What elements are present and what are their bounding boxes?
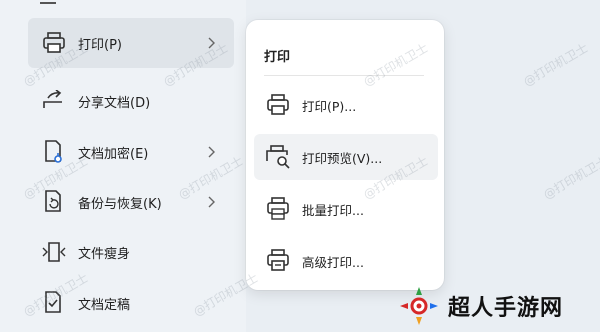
printer-icon	[264, 92, 292, 118]
chevron-right-icon	[208, 37, 215, 49]
document-lock-icon	[38, 138, 70, 166]
submenu-item-batch-print[interactable]: 批量打印...	[254, 186, 438, 232]
menu-item-print[interactable]: 打印(P)	[28, 18, 234, 68]
watermark: @打印机卫士	[521, 40, 591, 89]
submenu-item-advanced-print[interactable]: 高级打印...	[254, 238, 438, 284]
menu-item-label: 文档加密(E)	[78, 146, 149, 162]
advanced-print-icon	[264, 248, 292, 274]
submenu-item-label: 打印预览(V)...	[302, 150, 383, 166]
menu-item-share-document[interactable]: 分享文档(D)	[28, 76, 234, 126]
menu-item-label: 打印(P)	[78, 37, 122, 53]
chevron-right-icon	[208, 196, 215, 208]
logo-text: 超人手游网	[448, 296, 564, 321]
menu-item-label: 文档定稿	[78, 297, 131, 313]
backup-icon	[38, 188, 70, 216]
submenu-item-label: 批量打印...	[302, 202, 364, 218]
menu-item-finalize-document[interactable]: 文档定稿	[28, 278, 234, 328]
file-slim-icon	[38, 238, 70, 266]
menu-item-backup-restore[interactable]: 备份与恢复(K)	[28, 177, 234, 227]
menu-item-label: 分享文档(D)	[78, 95, 151, 111]
divider	[264, 75, 424, 76]
side-menu: 打印(P) 分享文档(D) 文档加密(E) 备份与恢复(K) 文件瘦身 文档定稿	[0, 0, 246, 332]
chevron-right-icon	[208, 146, 215, 158]
submenu-item-print-preview[interactable]: 打印预览(V)...	[254, 134, 438, 180]
printer-icon	[38, 29, 70, 57]
menu-item-label: 备份与恢复(K)	[78, 196, 162, 212]
submenu-title: 打印	[264, 50, 291, 65]
share-icon	[38, 87, 70, 115]
submenu-item-label: 打印(P)...	[302, 98, 357, 114]
print-preview-icon	[264, 144, 292, 170]
logo-mark-icon	[400, 287, 438, 325]
submenu-item-print[interactable]: 打印(P)...	[254, 82, 438, 128]
watermark: @打印机卫士	[541, 153, 600, 202]
menu-item-encrypt-document[interactable]: 文档加密(E)	[28, 127, 234, 177]
site-logo: 超人手游网	[398, 282, 598, 330]
submenu-item-label: 高级打印...	[302, 254, 364, 270]
menu-item-partial[interactable]	[28, 0, 234, 12]
document-finalize-icon	[38, 289, 70, 317]
print-submenu: 打印 打印(P)... 打印预览(V)... 批量打印... 高级打印...	[246, 20, 444, 290]
batch-print-icon	[264, 196, 292, 222]
menu-item-file-slim[interactable]: 文件瘦身	[28, 227, 234, 277]
menu-item-label: 文件瘦身	[78, 246, 131, 262]
